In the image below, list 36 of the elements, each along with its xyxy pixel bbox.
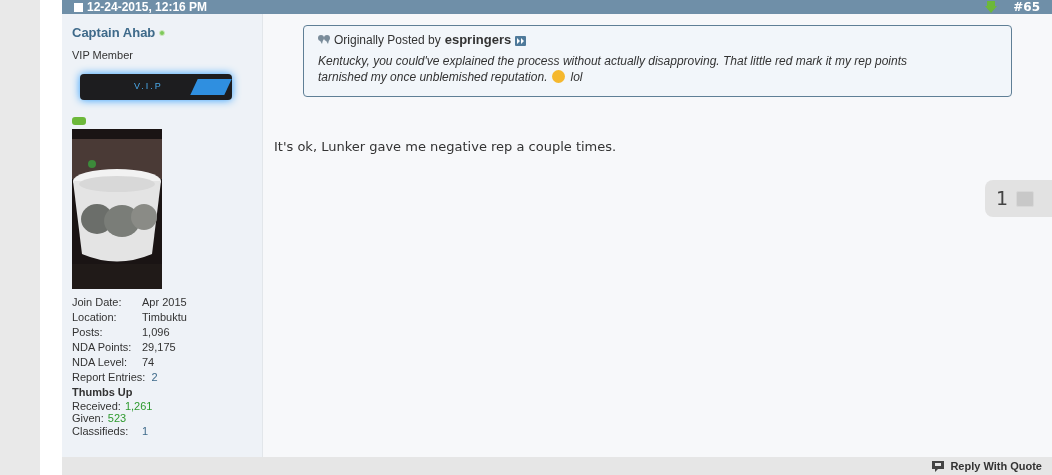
thumbs-value: 1,261 <box>124 400 153 412</box>
quote-author: espringers <box>444 31 512 49</box>
reputation-count: 1 <box>996 186 1009 212</box>
detail-value: 1,096 <box>142 325 170 340</box>
detail-value: 29,175 <box>142 340 176 355</box>
detail-label: Location: <box>72 310 118 325</box>
detail-value: Timbuktu <box>142 310 187 325</box>
detail-label: NDA Level: <box>72 355 129 370</box>
detail-label: Classifieds: <box>72 424 130 439</box>
detail-value[interactable]: 2 <box>151 370 158 385</box>
thumbs-label: Received: <box>72 400 121 412</box>
message-text: It's ok, Lunker gave me negative rep a couple times. <box>274 137 618 156</box>
quote-prefix: Originally Posted by <box>334 31 441 49</box>
detail-label: Posts: <box>72 325 104 340</box>
detail-value: 74 <box>142 355 155 370</box>
post-number[interactable]: #65 <box>1013 0 1040 14</box>
post-icon <box>74 2 83 12</box>
username-link[interactable]: Captain Ahab <box>72 23 156 43</box>
thumbs-value: 523 <box>107 412 127 424</box>
quote-suffix: lol <box>570 68 583 85</box>
quote-icon <box>318 35 330 45</box>
view-post-icon[interactable] <box>515 36 527 47</box>
detail-label: NDA Points: <box>72 340 133 355</box>
quote-text: Kentucky, you could've explained the process without actually disapproving. That little red mark it my rep points <box>318 52 908 69</box>
speech-bubble-icon <box>932 460 945 472</box>
post-date: 12-24-2015, 12:16 PM <box>87 0 208 14</box>
quote-text: tarnished my once unblemished reputation. <box>318 68 548 85</box>
user-title: VIP Member <box>72 47 134 63</box>
detail-value[interactable]: 1 <box>142 424 149 439</box>
thumbs-heading: Thumbs Up <box>72 385 134 400</box>
thumbs-label: Given: <box>72 412 104 424</box>
detail-label: Join Date: <box>72 295 123 310</box>
detail-label: Report Entries: <box>72 370 146 385</box>
detail-value: Apr 2015 <box>142 295 187 310</box>
vip-badge: V.I.P <box>80 74 232 100</box>
reply-with-quote-button[interactable]: Reply With Quote <box>932 457 1042 475</box>
